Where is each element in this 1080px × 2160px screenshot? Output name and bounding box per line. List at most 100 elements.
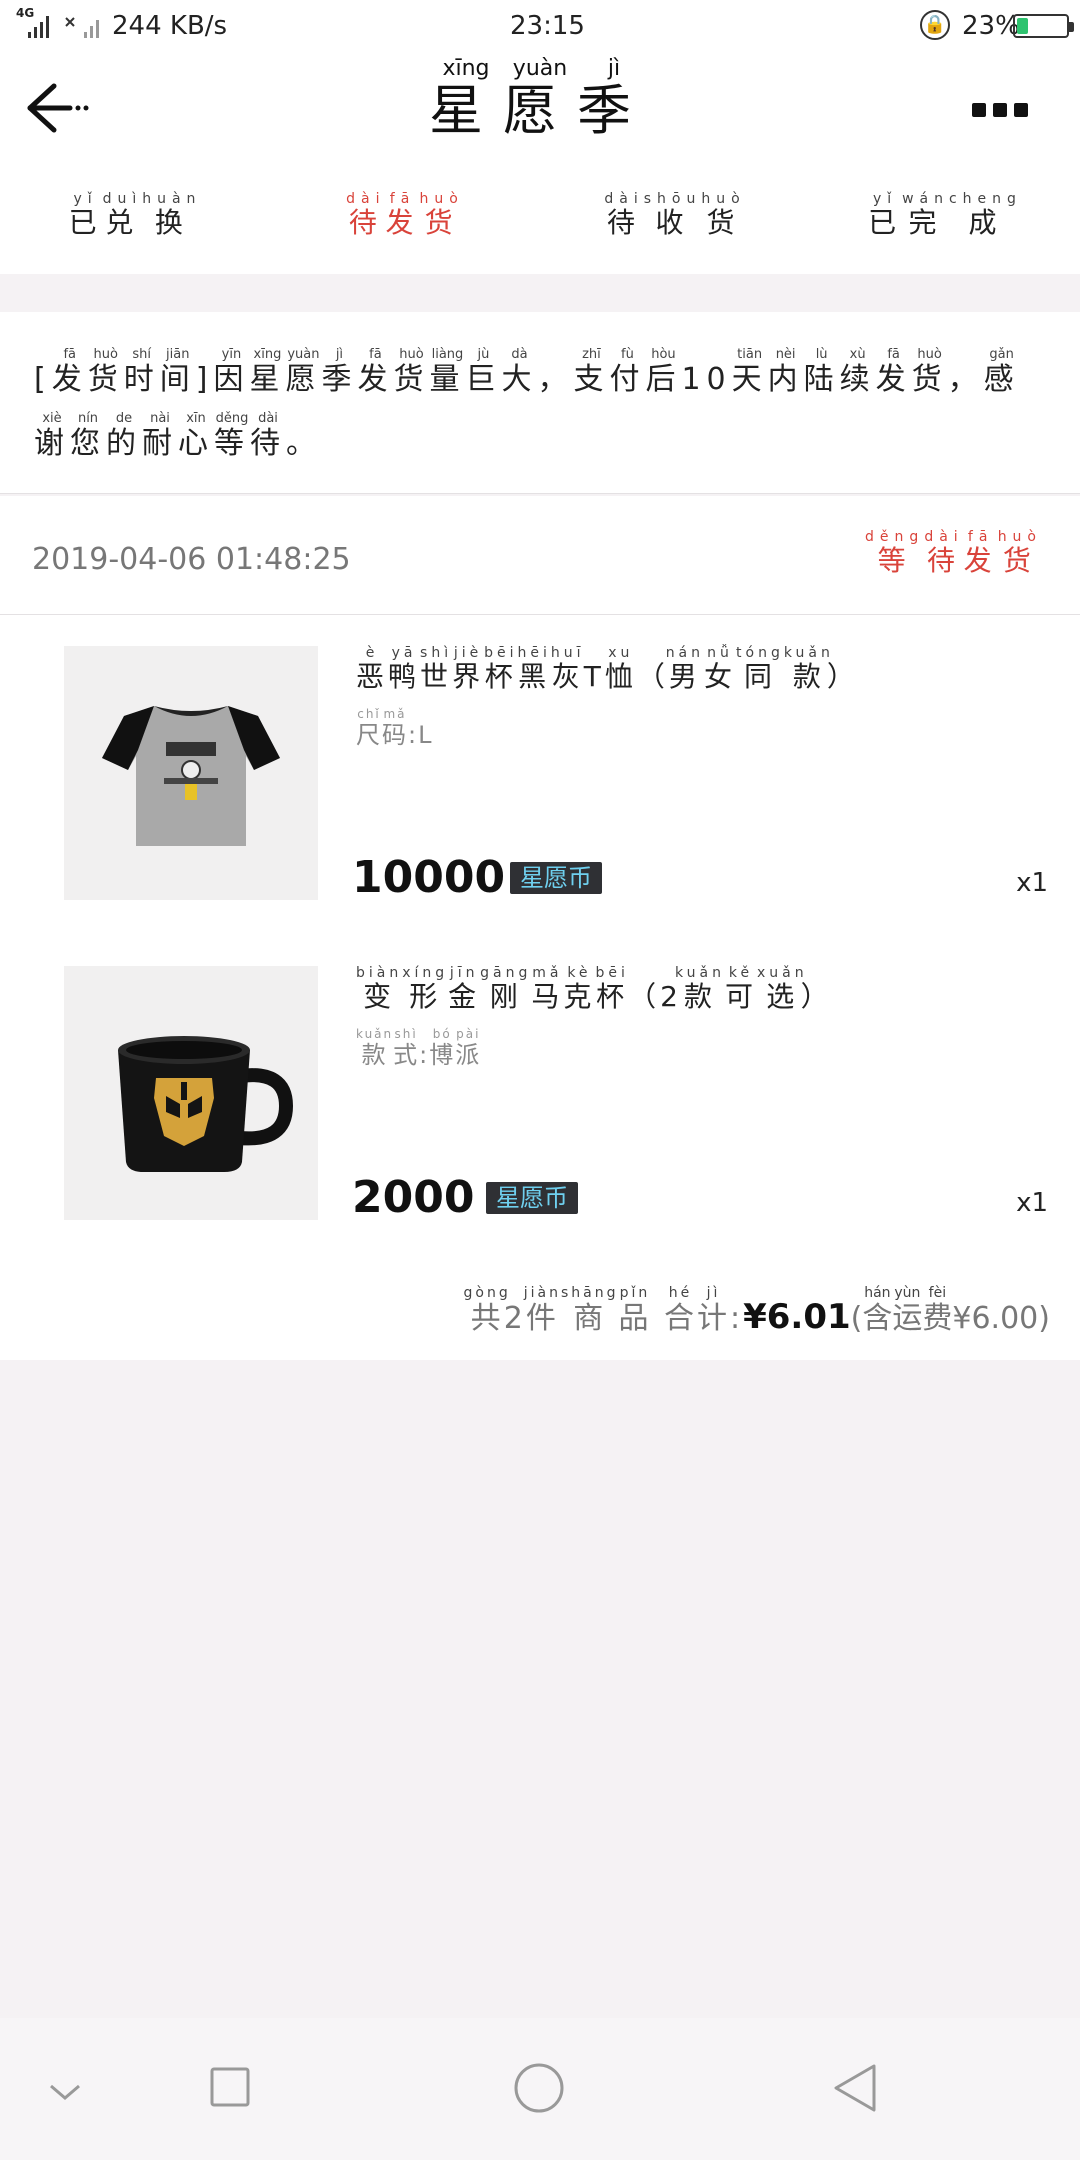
shipping-notice: [发fā货huò时shí间jiān]因yīn星xīng愿yuàn季jì发fā货h… xyxy=(0,312,1080,494)
ruby-char: 金jīn xyxy=(448,965,481,1013)
shipping-notice-text: [发fā货huò时shí间jiān]因yīn星xīng愿yuàn季jì发fā货h… xyxy=(34,347,1044,476)
order-status-tabs: 已yǐ兑duì换huàn 待dài发fā货huò 待dài收shōu货huò 已… xyxy=(0,172,1080,274)
square-icon[interactable] xyxy=(209,2066,251,2108)
ruby-char: 品pǐn xyxy=(618,1285,652,1336)
circle-icon[interactable] xyxy=(513,2062,565,2114)
ruby-char: 季jì xyxy=(577,56,651,142)
ruby-char: 量liàng xyxy=(429,347,466,397)
ruby-char: 待dài xyxy=(924,529,964,577)
ruby-char: 货huò xyxy=(419,191,464,239)
product-name[interactable]: 恶è鸭yā世shì界jiè杯bēi黑hēi灰huīT恤xu（男nán女nǚ同tó… xyxy=(356,645,859,695)
text-fragment: 10 xyxy=(681,362,732,397)
clock: 23:15 xyxy=(510,11,585,41)
ruby-char: 季jì xyxy=(321,347,358,397)
text-fragment: ） xyxy=(800,980,833,1013)
ruby-char: 已yǐ xyxy=(868,191,903,239)
ruby-char: 内nèi xyxy=(767,347,804,397)
ruby-char: 兑duì xyxy=(102,191,143,239)
ruby-char: 款kuǎn xyxy=(783,645,834,693)
product-quantity: x1 xyxy=(1016,1188,1048,1218)
ruby-char: 耐nài xyxy=(142,411,178,461)
ruby-char: 运yùn xyxy=(892,1285,923,1336)
product-quantity: x1 xyxy=(1016,868,1048,898)
ruby-char: 货huò xyxy=(911,347,948,397)
ruby-char: 件jiàn xyxy=(523,1285,561,1336)
tab-pending-shipment[interactable]: 待dài发fā货huò xyxy=(305,191,505,241)
text-fragment: ， xyxy=(947,362,984,397)
text-fragment: （ xyxy=(636,660,669,693)
text-fragment: 。 xyxy=(286,426,322,461)
ruby-char: 星xīng xyxy=(429,56,503,142)
ruby-char: 博bó xyxy=(429,1027,456,1069)
ruby-char: 完wán xyxy=(902,191,949,239)
ruby-char: 杯bēi xyxy=(484,645,518,693)
triangle-back-icon[interactable] xyxy=(832,2062,878,2114)
text-fragment: : xyxy=(730,1301,744,1336)
ruby-char: 谢xiè xyxy=(34,411,70,461)
more-options-icon[interactable] xyxy=(972,102,1036,117)
product-image-tshirt[interactable] xyxy=(64,646,318,900)
product-spec: 尺chǐ码mǎ:L xyxy=(356,707,434,750)
ruby-char: 灰huī xyxy=(550,645,585,693)
ruby-char: 黑hēi xyxy=(517,645,551,693)
battery-level xyxy=(1017,18,1029,34)
ruby-char: 同tóng xyxy=(736,645,784,693)
ruby-char: 世shì xyxy=(420,645,453,693)
ruby-char: 您nín xyxy=(70,411,106,461)
ruby-char: 等děng xyxy=(865,529,925,577)
ruby-char: 发fā xyxy=(385,191,420,239)
ruby-char: 马mǎ xyxy=(531,965,564,1013)
divider xyxy=(0,614,1080,615)
tab-exchanged[interactable]: 已yǐ兑duì换huàn xyxy=(35,191,235,241)
ruby-char: 愿yuàn xyxy=(503,56,577,142)
shipping-fee: (含hán运yùn费fèi¥6.00) xyxy=(850,1285,1050,1336)
product-price: 10000 xyxy=(352,852,506,903)
rotation-lock-icon: 🔒 xyxy=(920,10,950,40)
ruby-char: 已yǐ xyxy=(68,191,103,239)
ruby-char: 等děng xyxy=(214,411,250,461)
ruby-char: 星xīng xyxy=(249,347,286,397)
ruby-char: 换huàn xyxy=(142,191,202,239)
ruby-char: 鸭yā xyxy=(388,645,421,693)
ruby-char: 恶è xyxy=(356,645,389,693)
ruby-char: 待dài xyxy=(250,411,286,461)
ruby-char: 货huò xyxy=(87,347,124,397)
ruby-char: 派pài xyxy=(455,1027,482,1069)
ruby-char: 的de xyxy=(106,411,142,461)
text-fragment: :L xyxy=(408,721,434,749)
text-fragment: ( xyxy=(850,1301,863,1336)
product-price: 2000 xyxy=(352,1172,475,1223)
ruby-char: 发fā xyxy=(875,347,912,397)
ruby-char: 后hòu xyxy=(645,347,682,397)
order-item[interactable]: 恶è鸭yā世shì界jiè杯bēi黑hēi灰huīT恤xu（男nán女nǚ同tó… xyxy=(0,645,1080,916)
ruby-char: 发fā xyxy=(963,529,998,577)
ruby-char: 共gòng xyxy=(463,1285,511,1336)
product-image-mug[interactable] xyxy=(64,966,318,1220)
text-fragment: 2 xyxy=(503,1301,526,1336)
product-name[interactable]: 变biàn形xíng金jīn刚gāng马mǎ克kè杯bēi（2款kuǎn可kě选… xyxy=(356,965,833,1015)
ruby-char: 成cheng xyxy=(948,191,1022,239)
currency-badge: 星愿币 xyxy=(486,1182,578,1214)
text-fragment: ¥6.00) xyxy=(952,1301,1050,1336)
chevron-down-icon[interactable] xyxy=(48,2082,82,2102)
ruby-char: 恤xu xyxy=(604,645,637,693)
ruby-char: 时shí xyxy=(123,347,160,397)
ruby-char: 费fèi xyxy=(922,1285,953,1336)
ruby-char: 货huò xyxy=(701,191,746,239)
order-item[interactable]: 变biàn形xíng金jīn刚gāng马mǎ克kè杯bēi（2款kuǎn可kě选… xyxy=(0,965,1080,1236)
network-speed: 244 KB/s xyxy=(112,11,228,41)
tab-completed[interactable]: 已yǐ完wán成cheng xyxy=(845,191,1045,241)
tab-pending-receipt[interactable]: 待dài收shōu货huò xyxy=(575,191,775,241)
ruby-char: 收shōu xyxy=(643,191,702,239)
ruby-char: 款kuǎn xyxy=(356,1027,394,1069)
ruby-char: 计jì xyxy=(697,1285,730,1336)
ruby-char: 发fā xyxy=(357,347,394,397)
order-summary: 共gòng2件jiàn商shāng品pǐn 合hé计jì:¥6.01(含hán运… xyxy=(463,1285,1050,1337)
product-spec: 款kuǎn式shì:博bó派pài xyxy=(356,1027,482,1070)
ruby-char: 形xíng xyxy=(402,965,449,1013)
order-card: 2019-04-06 01:48:25 等děng待dài发fā货huò 恶è鸭… xyxy=(0,496,1080,1360)
ruby-char: 感gǎn xyxy=(983,347,1020,397)
ruby-char: 含hán xyxy=(862,1285,893,1336)
text-fragment: ） xyxy=(826,660,859,693)
ruby-char: 待dài xyxy=(346,191,386,239)
